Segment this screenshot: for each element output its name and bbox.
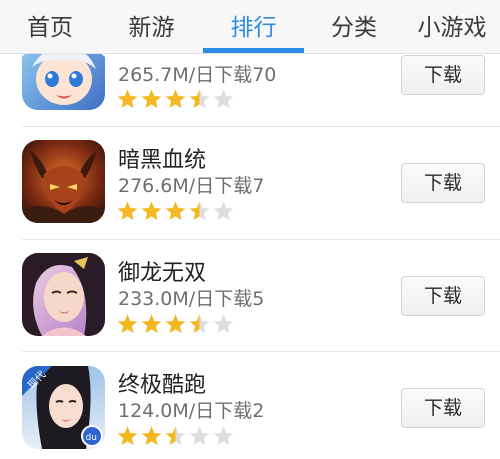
list-item[interactable]: 暗黑血统 276.6M/日下载7 下载 <box>0 127 500 240</box>
download-button[interactable]: 下载 <box>401 163 485 203</box>
app-size-downloads: 124.0M/日下载2 <box>118 400 265 422</box>
star-filled-icon <box>141 201 162 221</box>
star-filled-icon <box>117 314 138 334</box>
star-filled-icon <box>165 314 186 334</box>
star-filled-icon <box>117 89 138 109</box>
app-name: 御龙无双 <box>118 261 207 286</box>
app-name: 暗黑血统 <box>118 148 207 173</box>
star-half-icon <box>189 314 210 334</box>
app-size-downloads: 233.0M/日下载5 <box>118 288 265 310</box>
tab-home[interactable]: 首页 <box>0 0 100 52</box>
list-item[interactable]: 御龙无双 233.0M/日下载5 下载 <box>0 240 500 353</box>
demon-warrior-icon[interactable] <box>22 140 105 223</box>
star-filled-icon <box>165 89 186 109</box>
star-empty-icon <box>213 314 234 334</box>
download-button[interactable]: 下载 <box>401 276 485 316</box>
star-half-icon <box>165 426 186 446</box>
star-filled-icon <box>141 426 162 446</box>
star-rating <box>116 313 235 337</box>
download-button[interactable]: 下载 <box>401 388 485 428</box>
tab-new-games[interactable]: 新游 <box>100 0 203 52</box>
tab-mini-games[interactable]: 小游戏 <box>404 0 500 52</box>
star-rating <box>116 200 235 224</box>
runner-girl-icon[interactable]: 现代 du <box>22 366 105 449</box>
app-size-downloads: 276.6M/日下载7 <box>118 175 265 197</box>
star-filled-icon <box>141 314 162 334</box>
star-empty-icon <box>189 426 210 446</box>
star-empty-icon <box>213 201 234 221</box>
app-name: 终极酷跑 <box>118 373 207 398</box>
top-tab-bar: 首页 新游 排行 分类 小游戏 <box>0 0 500 54</box>
star-rating <box>116 88 235 112</box>
download-button[interactable]: 下载 <box>401 55 485 95</box>
star-half-icon <box>189 201 210 221</box>
star-filled-icon <box>117 426 138 446</box>
tab-categories[interactable]: 分类 <box>304 0 404 52</box>
star-empty-icon <box>213 89 234 109</box>
star-filled-icon <box>165 201 186 221</box>
icon-badge-label: du <box>86 433 97 443</box>
list-item[interactable]: 现代 du 终极酷跑 124.0M/日下载2 下载 <box>0 352 500 459</box>
star-filled-icon <box>117 201 138 221</box>
star-rating <box>116 425 235 449</box>
tab-ranking[interactable]: 排行 <box>203 0 304 52</box>
ranking-list: 265.7M/日下载70 下载 暗黑血统 276.6M/日下载7 下载 御龙无双… <box>0 0 500 459</box>
game-ranking-screen: 265.7M/日下载70 下载 暗黑血统 276.6M/日下载7 下载 御龙无双… <box>0 0 500 459</box>
star-empty-icon <box>213 426 234 446</box>
star-half-icon <box>189 89 210 109</box>
female-portrait-icon[interactable] <box>22 253 105 336</box>
star-filled-icon <box>141 89 162 109</box>
app-size-downloads: 265.7M/日下载70 <box>118 64 277 86</box>
active-tab-indicator <box>203 48 304 53</box>
